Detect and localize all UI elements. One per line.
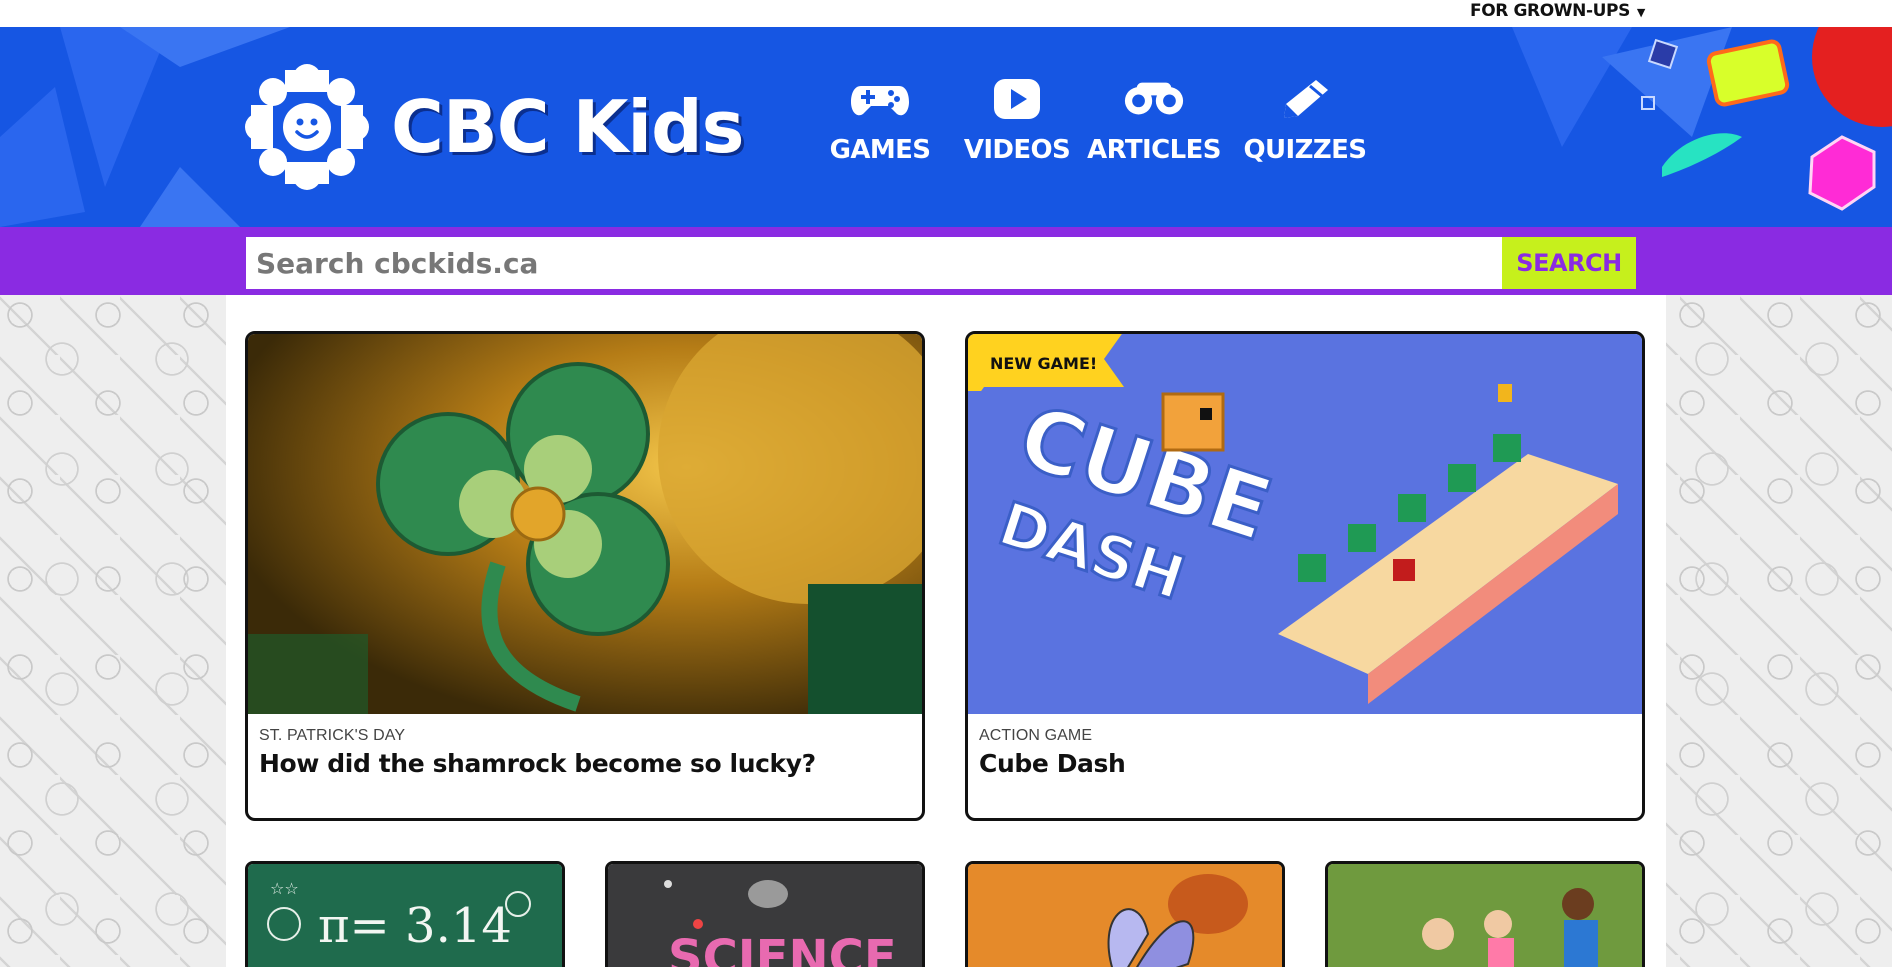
nav-articles-label: ARTICLES xyxy=(1087,135,1221,165)
nav-videos[interactable]: VIDEOS xyxy=(962,77,1072,165)
play-icon xyxy=(987,77,1047,121)
cbc-kids-logo[interactable]: CBC Kids xyxy=(245,62,744,192)
header-pattern-right xyxy=(1512,27,1892,211)
thumb-butterfly[interactable] xyxy=(965,861,1285,967)
main-nav: GAMES VIDEOS ARTICLES QUIZZES xyxy=(825,77,1368,165)
cbc-kids-wordmark: CBC Kids xyxy=(391,85,744,169)
cbc-gem-icon xyxy=(245,64,369,190)
svg-text:SCIENCE: SCIENCE xyxy=(668,930,897,967)
caret-down-icon: ▼ xyxy=(1636,5,1645,19)
card-kicker: ST. PATRICK'S DAY xyxy=(259,727,406,744)
kids-playing-image xyxy=(1328,864,1642,967)
nav-articles[interactable]: ARTICLES xyxy=(1084,77,1224,165)
for-grown-ups-label: FOR GROWN-UPS xyxy=(1470,1,1630,21)
new-game-badge-label: NEW GAME! xyxy=(990,354,1098,373)
nav-games[interactable]: GAMES xyxy=(825,77,935,165)
binoculars-icon xyxy=(1124,77,1184,121)
card-title[interactable]: How did the shamrock become so lucky? xyxy=(259,749,816,778)
utility-bar: FOR GROWN-UPS ▼ xyxy=(0,0,1892,27)
science-table-image: SCIENCE xyxy=(608,864,922,967)
thumb-kids[interactable] xyxy=(1325,861,1645,967)
site-header: CBC Kids GAMES VIDEOS ARTICLES QUIZZES xyxy=(0,27,1892,227)
svg-text:π= 3.14: π= 3.14 xyxy=(318,898,512,954)
for-grown-ups-link[interactable]: FOR GROWN-UPS ▼ xyxy=(1470,1,1645,21)
search-input[interactable] xyxy=(246,237,1502,289)
chalkboard-pi-image: π= 3.14 ☆☆ xyxy=(248,864,562,967)
gamepad-icon xyxy=(850,77,910,121)
feature-card-shamrock[interactable]: ST. PATRICK'S DAY How did the shamrock b… xyxy=(245,331,925,821)
pencil-icon xyxy=(1275,77,1335,121)
nav-quizzes-label: QUIZZES xyxy=(1243,135,1367,165)
card-title[interactable]: Cube Dash xyxy=(979,749,1126,778)
nav-videos-label: VIDEOS xyxy=(963,135,1071,165)
thumb-chalkboard[interactable]: π= 3.14 ☆☆ xyxy=(245,861,565,967)
search-band: SEARCH xyxy=(0,227,1892,295)
thumb-science[interactable]: SCIENCE xyxy=(605,861,925,967)
shamrock-image xyxy=(248,334,922,714)
card-kicker: ACTION GAME xyxy=(979,727,1093,744)
feature-card-cube-dash[interactable]: NEW GAME! CUBE DASH ACTION GAME Cube Das… xyxy=(965,331,1645,821)
search-button[interactable]: SEARCH xyxy=(1502,237,1636,289)
nav-quizzes[interactable]: QUIZZES xyxy=(1242,77,1368,165)
nav-games-label: GAMES xyxy=(829,135,931,165)
cube-dash-image: CUBE DASH xyxy=(968,334,1642,714)
svg-text:☆☆: ☆☆ xyxy=(270,879,299,898)
butterfly-image xyxy=(968,864,1282,967)
